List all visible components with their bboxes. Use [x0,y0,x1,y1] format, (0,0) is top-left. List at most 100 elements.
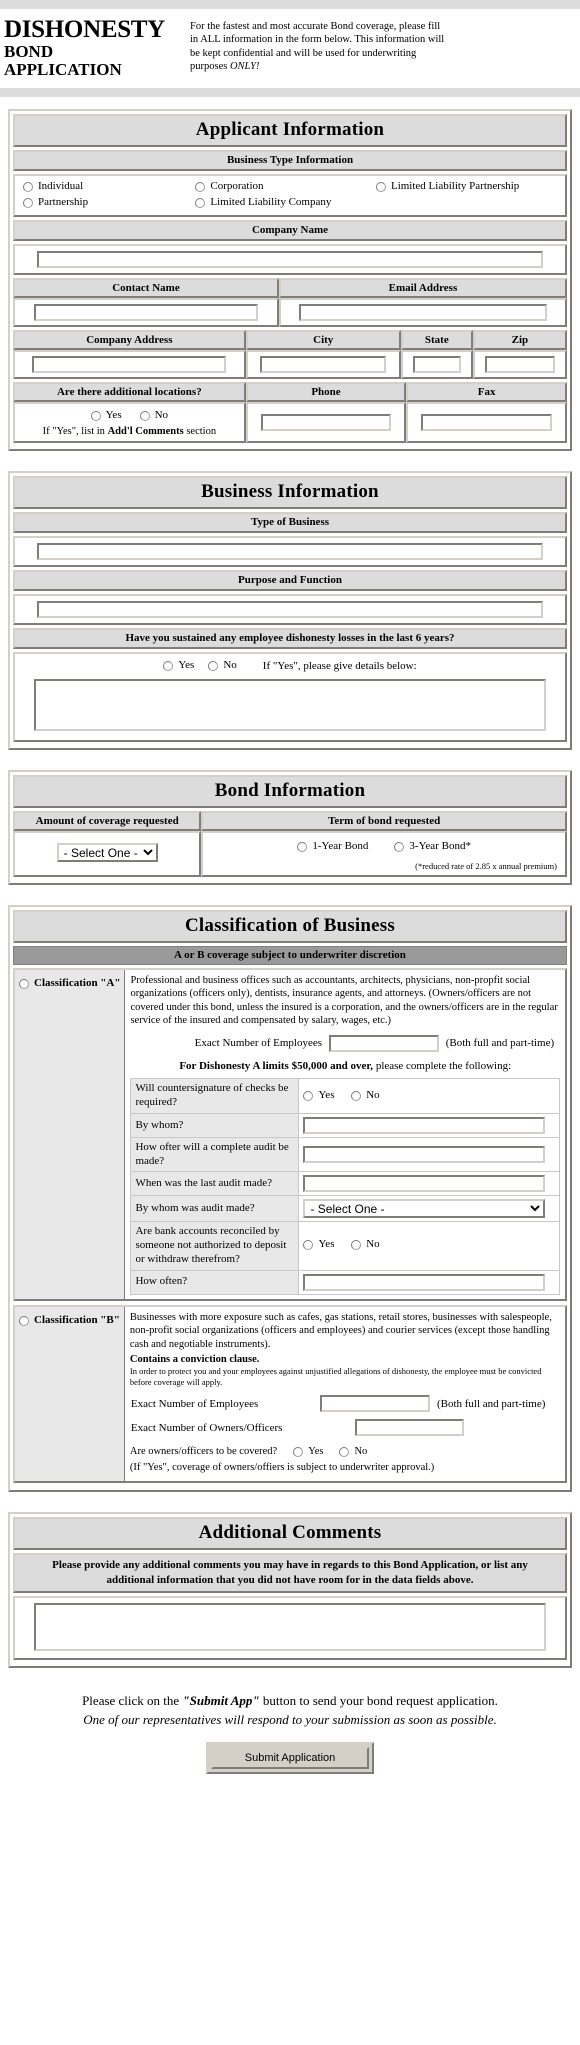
radio-llc[interactable]: Limited Liability Company [195,195,368,211]
question-bank-reconciled: Are bank accounts reconciled by someone … [130,1221,300,1271]
answer-countersignature: Yes No [298,1078,560,1114]
radio-bank-no[interactable]: No [351,1237,380,1253]
radio-classification-b-input[interactable] [19,1315,29,1326]
submit-application-button[interactable]: Submit Application [211,1746,369,1769]
applicant-section-title: Applicant Information [13,113,567,147]
business-type-column-1: Individual Partnership [15,179,187,211]
radio-individual-input[interactable] [23,181,33,192]
fax-input[interactable] [421,413,553,431]
table-row: By whom was audit made? - Select One - [130,1195,560,1223]
radio-llp[interactable]: Limited Liability Partnership [375,179,565,195]
select-audit-by-whom[interactable]: - Select One - [303,1199,545,1219]
radio-classification-b[interactable]: Classification "B" [19,1313,120,1329]
classification-a-label-cell[interactable]: Classification "A" [15,969,126,1299]
type-of-business-header: Type of Business [13,511,567,533]
radio-countersign-yes-input[interactable] [303,1090,314,1101]
comments-instruction: Please provide any additional comments y… [13,1553,567,1593]
class-b-employees-input[interactable] [320,1395,430,1413]
contact-name-header: Contact Name [13,277,279,298]
input-last-audit[interactable] [303,1175,545,1193]
radio-1-year-bond-input[interactable] [297,841,308,852]
input-how-often[interactable] [303,1273,545,1291]
radio-losses-no-input[interactable] [208,660,219,671]
email-address-input[interactable] [298,303,548,321]
radio-owners-covered-no[interactable]: No [339,1444,367,1459]
answer-how-often [298,1269,560,1295]
classification-b-label: Classification "B" [34,1313,120,1326]
radio-llc-input[interactable] [195,197,206,208]
radio-locations-yes[interactable]: Yes [90,408,122,424]
radio-owners-covered-yes[interactable]: Yes [293,1444,323,1459]
radio-3-year-bond-input[interactable] [394,841,405,852]
coverage-amount-header: Amount of coverage requested [13,810,202,831]
phone-input[interactable] [260,413,392,431]
radio-corporation-input[interactable] [195,181,206,192]
radio-owners-covered-no-label: No [354,1446,368,1458]
radio-bank-yes-input[interactable] [303,1240,314,1251]
table-row: By whom? [130,1112,560,1138]
input-audit-frequency[interactable] [303,1146,545,1164]
classification-b-description: Businesses with more exposure such as ca… [129,1311,552,1350]
radio-1-year-bond[interactable]: 1-Year Bond [297,839,368,855]
radio-llp-input[interactable] [375,181,386,192]
radio-classification-a[interactable]: Classification "A" [19,976,120,992]
radio-3-year-bond[interactable]: 3-Year Bond* [394,839,471,855]
page-title-line3: APPLICATION [4,60,122,80]
input-by-whom[interactable] [303,1116,545,1134]
phone-header: Phone [245,381,407,402]
purpose-function-row [13,593,567,625]
coverage-amount-select[interactable]: - Select One - [56,843,158,863]
radio-countersign-no-input[interactable] [351,1090,362,1101]
radio-countersign-yes[interactable]: Yes [303,1088,334,1104]
radio-countersign-no[interactable]: No [351,1088,380,1104]
class-a-employees-input[interactable] [329,1035,439,1053]
title-block: DISHONESTY BOND APPLICATION [4,17,190,80]
radio-losses-yes[interactable]: Yes [163,658,194,674]
radio-bank-yes[interactable]: Yes [303,1237,334,1253]
radio-bank-no-input[interactable] [351,1240,362,1251]
radio-locations-yes-input[interactable] [90,410,101,421]
radio-corporation[interactable]: Corporation [195,179,368,195]
classification-b-desc-cell: Businesses with more exposure such as ca… [124,1306,565,1482]
zip-input[interactable] [484,355,556,373]
radio-classification-a-input[interactable] [19,978,29,989]
radio-individual[interactable]: Individual [23,179,187,195]
owners-covered-question: Are owners/officers to be covered? [129,1446,278,1458]
state-cell [400,349,473,379]
classification-a-table: Classification "A" Professional and busi… [15,969,565,1299]
classification-b-label-cell[interactable]: Classification "B" [15,1306,125,1482]
table-row: How often? [130,1269,560,1295]
radio-locations-no[interactable]: No [139,408,168,424]
dishonesty-details-textarea[interactable] [34,678,546,731]
radio-losses-no[interactable]: No [208,658,237,674]
bond-term-header: Term of bond requested [201,810,567,831]
class-a-employees-note: (Both full and part-time) [445,1037,555,1050]
company-address-input[interactable] [32,355,227,373]
dishonesty-details-wrap [15,674,565,734]
radio-partnership-input[interactable] [23,197,33,208]
bond-section-title: Bond Information [13,774,567,808]
dishonesty-losses-row: Yes No If "Yes", please give details bel… [13,651,567,742]
radio-owners-covered-yes-input[interactable] [293,1447,304,1458]
additional-comments-textarea[interactable] [34,1602,546,1651]
city-input[interactable] [260,355,387,373]
company-address-header: Company Address [13,329,246,350]
table-row: Are bank accounts reconciled by someone … [130,1221,560,1271]
radio-partnership[interactable]: Partnership [23,195,187,211]
radio-owners-covered-no-input[interactable] [339,1447,350,1458]
radio-locations-no-input[interactable] [139,410,150,421]
contact-name-input[interactable] [34,303,258,321]
state-input[interactable] [412,355,461,373]
purpose-function-input[interactable] [37,600,543,618]
radio-bank-yes-label: Yes [318,1238,335,1251]
class-b-owners-input[interactable] [354,1419,465,1437]
footer-line1-bold: "Submit App" [182,1692,260,1708]
radio-llc-label: Limited Liability Company [210,195,332,208]
type-of-business-input[interactable] [37,542,543,560]
radio-losses-yes-input[interactable] [163,660,174,671]
classification-subhead: A or B coverage subject to underwriter d… [13,945,567,965]
company-name-input[interactable] [37,250,543,268]
fax-cell [406,401,567,443]
contact-name-cell [13,297,279,327]
class-a-limits-note: For Dishonesty A limits $50,000 and over… [130,1053,560,1078]
